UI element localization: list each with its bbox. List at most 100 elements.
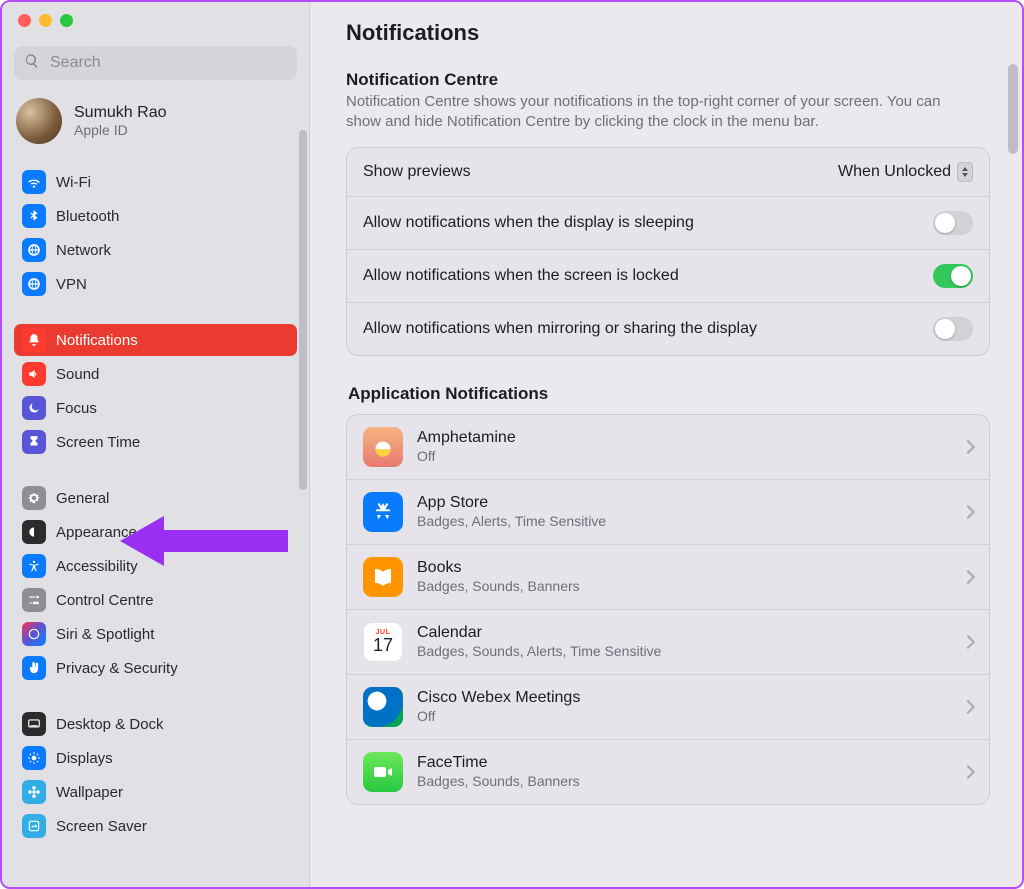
app-name: Books [417, 559, 949, 577]
show-previews-row[interactable]: Show previews When Unlocked [347, 148, 989, 196]
wifi-icon [22, 170, 46, 194]
close-window-button[interactable] [18, 14, 31, 27]
sidebar-item-vpn[interactable]: VPN [14, 268, 297, 300]
search-field[interactable] [14, 46, 297, 80]
sidebar-item-label: Notifications [56, 332, 138, 349]
allow-locked-label: Allow notifications when the screen is l… [363, 267, 679, 285]
sidebar-item-label: Desktop & Dock [56, 716, 164, 733]
sidebar-item-focus[interactable]: Focus [14, 392, 297, 424]
sidebar-item-general[interactable]: General [14, 482, 297, 514]
allow-locked-toggle[interactable] [933, 264, 973, 288]
main-scrollbar[interactable] [1008, 64, 1018, 154]
network-icon [22, 238, 46, 262]
focus-icon [22, 396, 46, 420]
sidebar-item-privacy[interactable]: Privacy & Security [14, 652, 297, 684]
chevron-right-icon [961, 569, 975, 583]
sidebar-item-desktop[interactable]: Desktop & Dock [14, 708, 297, 740]
sidebar-item-siri[interactable]: Siri & Spotlight [14, 618, 297, 650]
sidebar-list: Wi-Fi Bluetooth Network VPN Notifications Sou… [2, 160, 309, 887]
sidebar-item-appearance[interactable]: Appearance [14, 516, 297, 548]
search-input[interactable] [48, 53, 287, 73]
settings-panel: Show previews When Unlocked Allow notifi… [346, 147, 990, 356]
show-previews-dropdown[interactable]: When Unlocked [838, 162, 973, 182]
screentime-icon [22, 430, 46, 454]
allow-mirroring-toggle[interactable] [933, 317, 973, 341]
sidebar-item-sound[interactable]: Sound [14, 358, 297, 390]
appearance-icon [22, 520, 46, 544]
wallpaper-icon [22, 780, 46, 804]
app-name: App Store [417, 494, 949, 512]
sidebar-item-label: Focus [56, 400, 97, 417]
books-app-icon [363, 557, 403, 597]
sidebar-item-label: Siri & Spotlight [56, 626, 154, 643]
avatar [16, 98, 62, 144]
sidebar-item-displays[interactable]: Displays [14, 742, 297, 774]
controlcentre-icon [22, 588, 46, 612]
sidebar-item-label: Bluetooth [56, 208, 119, 225]
app-row-appstore[interactable]: App StoreBadges, Alerts, Time Sensitive [347, 479, 989, 544]
sidebar-item-label: Accessibility [56, 558, 138, 575]
sidebar-item-label: Wi-Fi [56, 174, 91, 191]
siri-icon [22, 622, 46, 646]
sidebar-item-label: Network [56, 242, 111, 259]
sidebar-item-label: General [56, 490, 109, 507]
sidebar-scrollbar[interactable] [299, 130, 307, 490]
sidebar: Sumukh Rao Apple ID Wi-Fi Bluetooth Networ… [2, 2, 310, 887]
show-previews-value: When Unlocked [838, 163, 951, 181]
app-name: Amphetamine [417, 429, 949, 447]
main-content: Notifications Notification Centre Notifi… [310, 2, 1022, 887]
privacy-icon [22, 656, 46, 680]
amphetamine-app-icon [363, 427, 403, 467]
allow-sleeping-toggle[interactable] [933, 211, 973, 235]
search-icon [24, 53, 40, 74]
minimize-window-button[interactable] [39, 14, 52, 27]
sidebar-item-label: Displays [56, 750, 113, 767]
general-icon [22, 486, 46, 510]
notification-centre-desc: Notification Centre shows your notificat… [346, 92, 966, 133]
sidebar-item-label: Privacy & Security [56, 660, 178, 677]
sidebar-item-wallpaper[interactable]: Wallpaper [14, 776, 297, 808]
facetime-app-icon [363, 752, 403, 792]
sidebar-item-notifications[interactable]: Notifications [14, 324, 297, 356]
show-previews-label: Show previews [363, 163, 471, 181]
app-row-books[interactable]: BooksBadges, Sounds, Banners [347, 544, 989, 609]
window-controls [2, 2, 309, 36]
sound-icon [22, 362, 46, 386]
accessibility-icon [22, 554, 46, 578]
screensaver-icon [22, 814, 46, 838]
app-row-facetime[interactable]: FaceTimeBadges, Sounds, Banners [347, 739, 989, 804]
sidebar-item-label: Wallpaper [56, 784, 123, 801]
sidebar-item-label: Screen Time [56, 434, 140, 451]
sidebar-item-label: Appearance [56, 524, 137, 541]
zoom-window-button[interactable] [60, 14, 73, 27]
sidebar-item-label: VPN [56, 276, 87, 293]
sidebar-item-bluetooth[interactable]: Bluetooth [14, 200, 297, 232]
app-name: Calendar [417, 624, 949, 642]
app-row-amphetamine[interactable]: AmphetamineOff [347, 415, 989, 479]
sidebar-item-label: Control Centre [56, 592, 154, 609]
chevron-right-icon [961, 439, 975, 453]
app-name: FaceTime [417, 754, 949, 772]
sidebar-item-screentime[interactable]: Screen Time [14, 426, 297, 458]
chevron-right-icon [961, 699, 975, 713]
sidebar-item-wifi[interactable]: Wi-Fi [14, 166, 297, 198]
allow-sleeping-row: Allow notifications when the display is … [347, 196, 989, 249]
stepper-icon [957, 162, 973, 182]
sidebar-item-label: Screen Saver [56, 818, 147, 835]
sidebar-item-screensaver[interactable]: Screen Saver [14, 810, 297, 842]
app-sub: Off [417, 448, 949, 464]
app-sub: Badges, Sounds, Alerts, Time Sensitive [417, 643, 949, 659]
app-row-calendar[interactable]: JUL17CalendarBadges, Sounds, Alerts, Tim… [347, 609, 989, 674]
application-notifications-title: Application Notifications [348, 384, 990, 404]
apple-id-row[interactable]: Sumukh Rao Apple ID [2, 88, 309, 160]
app-sub: Off [417, 708, 949, 724]
app-row-webex[interactable]: Cisco Webex MeetingsOff [347, 674, 989, 739]
bluetooth-icon [22, 204, 46, 228]
allow-sleeping-label: Allow notifications when the display is … [363, 214, 694, 232]
sidebar-item-controlcentre[interactable]: Control Centre [14, 584, 297, 616]
sidebar-item-network[interactable]: Network [14, 234, 297, 266]
calendar-day: 17 [373, 636, 393, 654]
notifications-icon [22, 328, 46, 352]
desktop-icon [22, 712, 46, 736]
sidebar-item-accessibility[interactable]: Accessibility [14, 550, 297, 582]
